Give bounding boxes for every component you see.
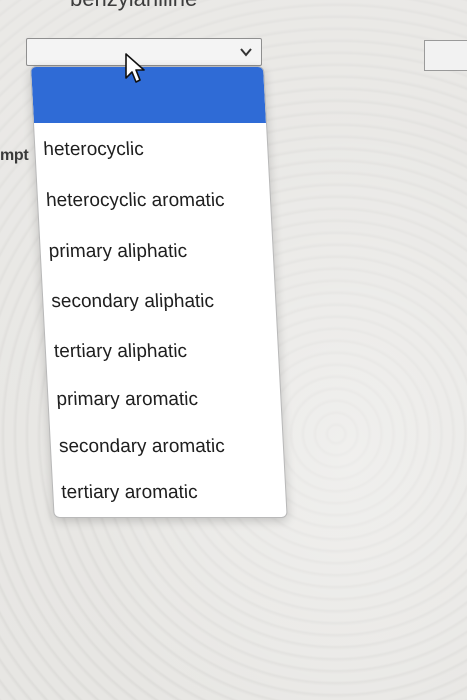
classification-dropdown-menu[interactable]: heterocyclic heterocyclic aromatic prima…: [30, 66, 288, 518]
option-heterocyclic-aromatic[interactable]: heterocyclic aromatic: [37, 176, 272, 225]
option-heterocyclic[interactable]: heterocyclic: [34, 125, 269, 174]
option-secondary-aliphatic[interactable]: secondary aliphatic: [42, 277, 277, 326]
option-primary-aliphatic[interactable]: primary aliphatic: [39, 227, 274, 276]
chevron-down-icon: [240, 48, 252, 57]
option-tertiary-aliphatic[interactable]: tertiary aliphatic: [45, 327, 280, 376]
compound-name-heading: benzylaniline: [70, 0, 197, 12]
answer-input-box[interactable]: [424, 40, 467, 71]
option-secondary-aromatic[interactable]: secondary aromatic: [50, 422, 285, 471]
option-tertiary-aromatic[interactable]: tertiary aromatic: [52, 468, 287, 517]
row-label: mpt: [0, 147, 29, 164]
option-primary-aromatic[interactable]: primary aromatic: [47, 375, 282, 424]
mouse-pointer-icon: [125, 53, 145, 83]
